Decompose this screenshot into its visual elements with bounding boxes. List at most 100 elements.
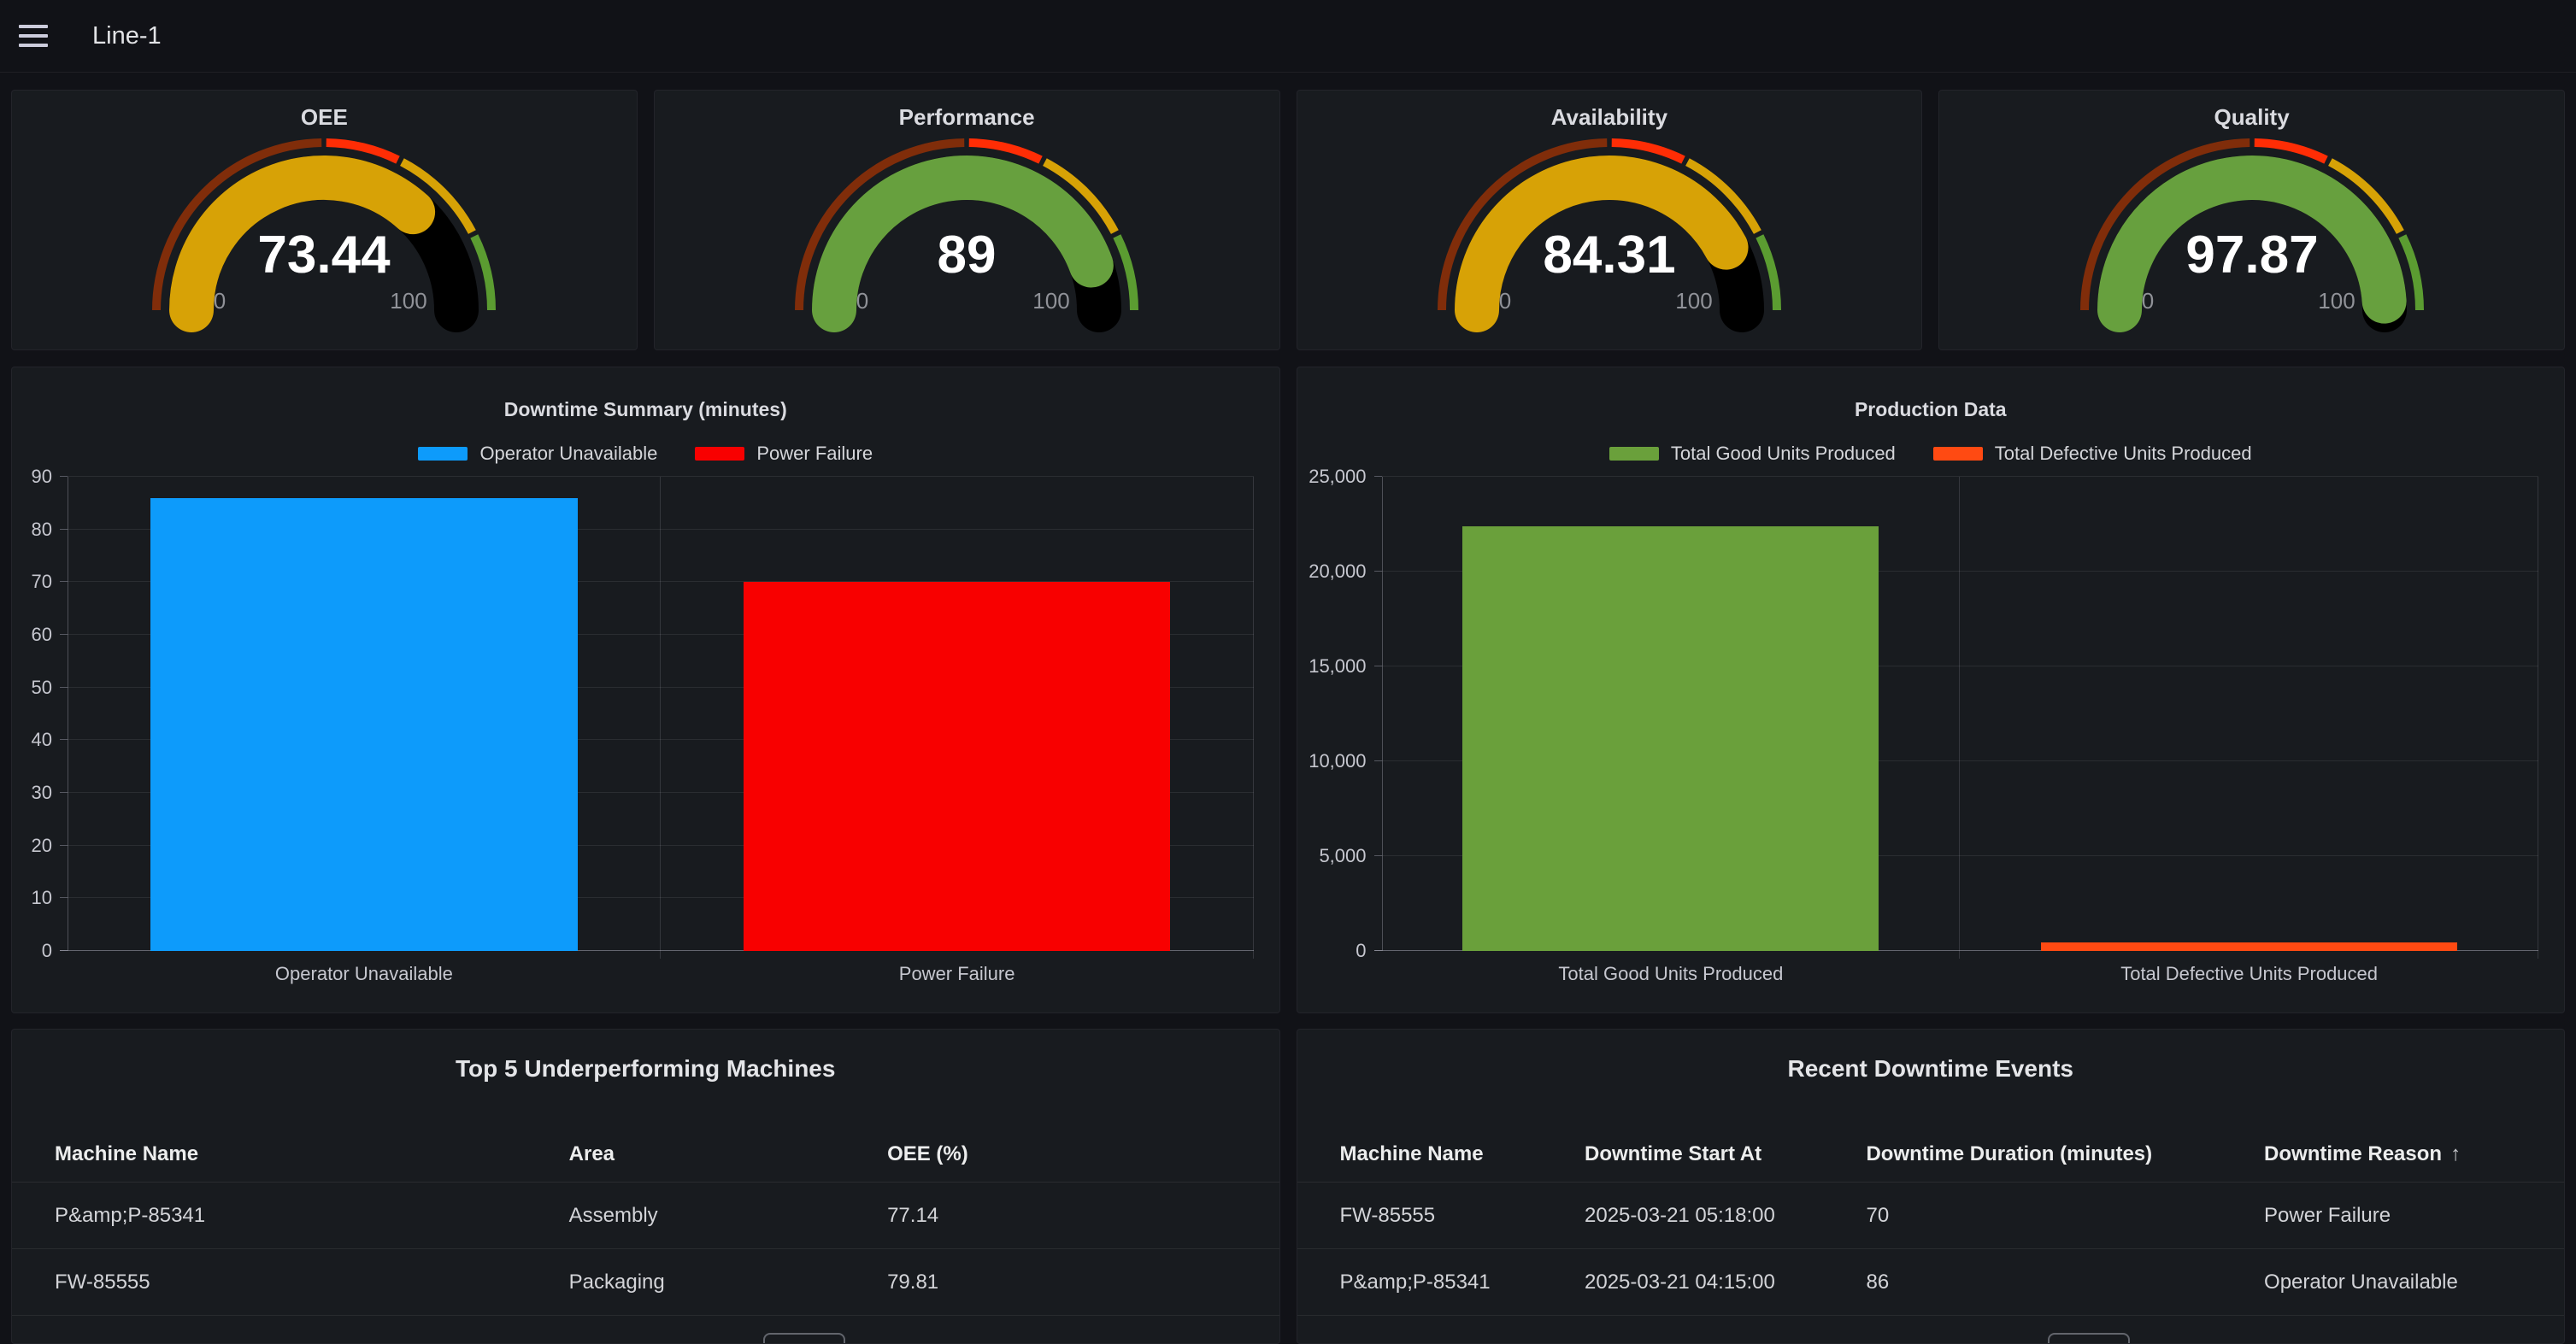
- axis-tick: [60, 845, 68, 846]
- gauge-row: OEE 73.440100 Performance 890100 Availab…: [11, 90, 2565, 350]
- gauge-svg: 73.440100: [136, 134, 512, 332]
- y-axis-tick-label: 60: [12, 624, 52, 646]
- gridline: [68, 476, 1254, 477]
- chart-title: Downtime Summary (minutes): [12, 398, 1279, 421]
- axis-tick: [60, 897, 68, 898]
- panel-gauge-performance: Performance 890100: [654, 90, 1280, 350]
- column-header[interactable]: Downtime Reason↑: [2264, 1142, 2564, 1166]
- bar-operator-unavailable: [150, 498, 578, 951]
- table: Machine NameDowntime Start AtDowntime Du…: [1297, 1126, 2565, 1316]
- panel-gauge-availability: Availability 84.31 0 100: [1297, 90, 1923, 350]
- category-separator: [1959, 477, 1960, 959]
- legend-item[interactable]: Total Good Units Produced: [1609, 443, 1896, 465]
- column-header[interactable]: OEE (%): [887, 1142, 1279, 1166]
- gauge-title: OEE: [301, 104, 348, 131]
- y-axis-tick-label: 90: [12, 466, 52, 488]
- gauge-min-label: 0: [856, 288, 868, 314]
- legend-label: Total Defective Units Produced: [1995, 443, 2252, 465]
- legend-swatch-icon: [418, 447, 468, 461]
- gauge-quality: 97.870100: [2064, 134, 2440, 337]
- axis-tick: [60, 581, 68, 582]
- axis-tick: [60, 687, 68, 688]
- table-row: P&amp;P-853412025-03-21 04:15:0086Operat…: [1297, 1249, 2565, 1316]
- table-header-row: Machine NameAreaOEE (%): [12, 1126, 1279, 1183]
- gauge-value: 73.44: [258, 226, 391, 285]
- legend-item[interactable]: Power Failure: [695, 443, 873, 465]
- sort-ascending-icon: ↑: [2450, 1142, 2461, 1165]
- legend-swatch-icon: [695, 447, 744, 461]
- legend-label: Power Failure: [756, 443, 873, 465]
- gauge-title: Quality: [2214, 104, 2290, 131]
- y-axis-tick-label: 30: [12, 782, 52, 804]
- y-axis-tick-label: 10: [12, 887, 52, 909]
- bar-chart-plot: 0102030405060708090Operator UnavailableP…: [68, 477, 1254, 951]
- pagination-button[interactable]: [763, 1333, 845, 1344]
- y-axis-line: [1382, 477, 1383, 951]
- panel-downtime-summary: Downtime Summary (minutes) Operator Unav…: [11, 367, 1280, 1013]
- table-row: FW-85555Packaging79.81: [12, 1249, 1279, 1316]
- menu-icon[interactable]: [19, 25, 48, 47]
- column-header[interactable]: Machine Name: [1340, 1142, 1585, 1166]
- table-cell: Assembly: [569, 1204, 887, 1228]
- column-header[interactable]: Machine Name: [55, 1142, 569, 1166]
- legend-swatch-icon: [1933, 447, 1983, 461]
- gauge-max-label: 100: [1675, 288, 1712, 314]
- gauge-max-label: 100: [1032, 288, 1069, 314]
- table-cell: 86: [1866, 1271, 2264, 1294]
- y-axis-tick-label: 10,000: [1297, 750, 1367, 772]
- gauge-min-label: 0: [2141, 288, 2153, 314]
- chart-legend: Operator Unavailable Power Failure: [12, 443, 1279, 465]
- chart-row: Downtime Summary (minutes) Operator Unav…: [11, 367, 2565, 1013]
- table-cell: 79.81: [887, 1271, 1279, 1294]
- table-cell: FW-85555: [55, 1271, 569, 1294]
- gauge-title: Performance: [899, 104, 1035, 131]
- axis-tick: [1374, 476, 1382, 477]
- axis-tick: [1374, 855, 1382, 856]
- gauge-max-label: 100: [2318, 288, 2355, 314]
- table-cell: Power Failure: [2264, 1204, 2564, 1228]
- axis-tick: [60, 529, 68, 530]
- legend-item[interactable]: Operator Unavailable: [418, 443, 657, 465]
- bar-power-failure: [744, 582, 1171, 951]
- x-axis-category-label: Total Defective Units Produced: [1960, 963, 2538, 985]
- table: Machine NameAreaOEE (%)P&amp;P-85341Asse…: [12, 1126, 1279, 1316]
- table-cell: P&amp;P-85341: [1340, 1271, 1585, 1294]
- y-axis-tick-label: 40: [12, 729, 52, 751]
- top-navigation-bar: Line-1: [0, 0, 2576, 73]
- column-header[interactable]: Downtime Duration (minutes): [1866, 1142, 2264, 1166]
- chart-legend: Total Good Units Produced Total Defective…: [1297, 443, 2565, 465]
- table-cell: Packaging: [569, 1271, 887, 1294]
- table-header-row: Machine NameDowntime Start AtDowntime Du…: [1297, 1126, 2565, 1183]
- y-axis-tick-label: 0: [1297, 940, 1367, 962]
- legend-label: Operator Unavailable: [479, 443, 657, 465]
- gauge-svg: 97.870100: [2064, 134, 2440, 332]
- y-axis-tick-label: 15,000: [1297, 655, 1367, 678]
- axis-tick: [60, 950, 68, 951]
- gauge-value: 84.31: [1543, 226, 1675, 285]
- column-header[interactable]: Downtime Start At: [1585, 1142, 1866, 1166]
- table-row: Top 5 Underperforming Machines Machine N…: [11, 1029, 2565, 1344]
- table-row: P&amp;P-85341Assembly77.14: [12, 1183, 1279, 1249]
- dashboard-title: Line-1: [92, 22, 162, 50]
- table-title: Recent Downtime Events: [1297, 1055, 2565, 1083]
- column-header[interactable]: Area: [569, 1142, 887, 1166]
- y-axis-tick-label: 25,000: [1297, 466, 1367, 488]
- gauge-title: Availability: [1551, 104, 1667, 131]
- table-title: Top 5 Underperforming Machines: [12, 1055, 1279, 1083]
- bar-total-good-units-produced: [1462, 526, 1879, 951]
- legend-item[interactable]: Total Defective Units Produced: [1933, 443, 2252, 465]
- gauge-oee: 73.440100: [136, 134, 512, 337]
- legend-swatch-icon: [1609, 447, 1659, 461]
- pagination-button[interactable]: [2048, 1333, 2130, 1344]
- y-axis-tick-label: 0: [12, 940, 52, 962]
- category-separator: [660, 477, 661, 959]
- table-cell: 2025-03-21 05:18:00: [1585, 1204, 1866, 1228]
- table-cell: P&amp;P-85341: [55, 1204, 569, 1228]
- table-row: FW-855552025-03-21 05:18:0070Power Failu…: [1297, 1183, 2565, 1249]
- y-axis-tick-label: 5,000: [1297, 845, 1367, 867]
- gauge-max-label: 100: [391, 288, 427, 314]
- category-separator: [1253, 477, 1254, 959]
- table-cell: 77.14: [887, 1204, 1279, 1228]
- gauge-min-label: 0: [1499, 288, 1511, 314]
- gridline: [1382, 476, 2539, 477]
